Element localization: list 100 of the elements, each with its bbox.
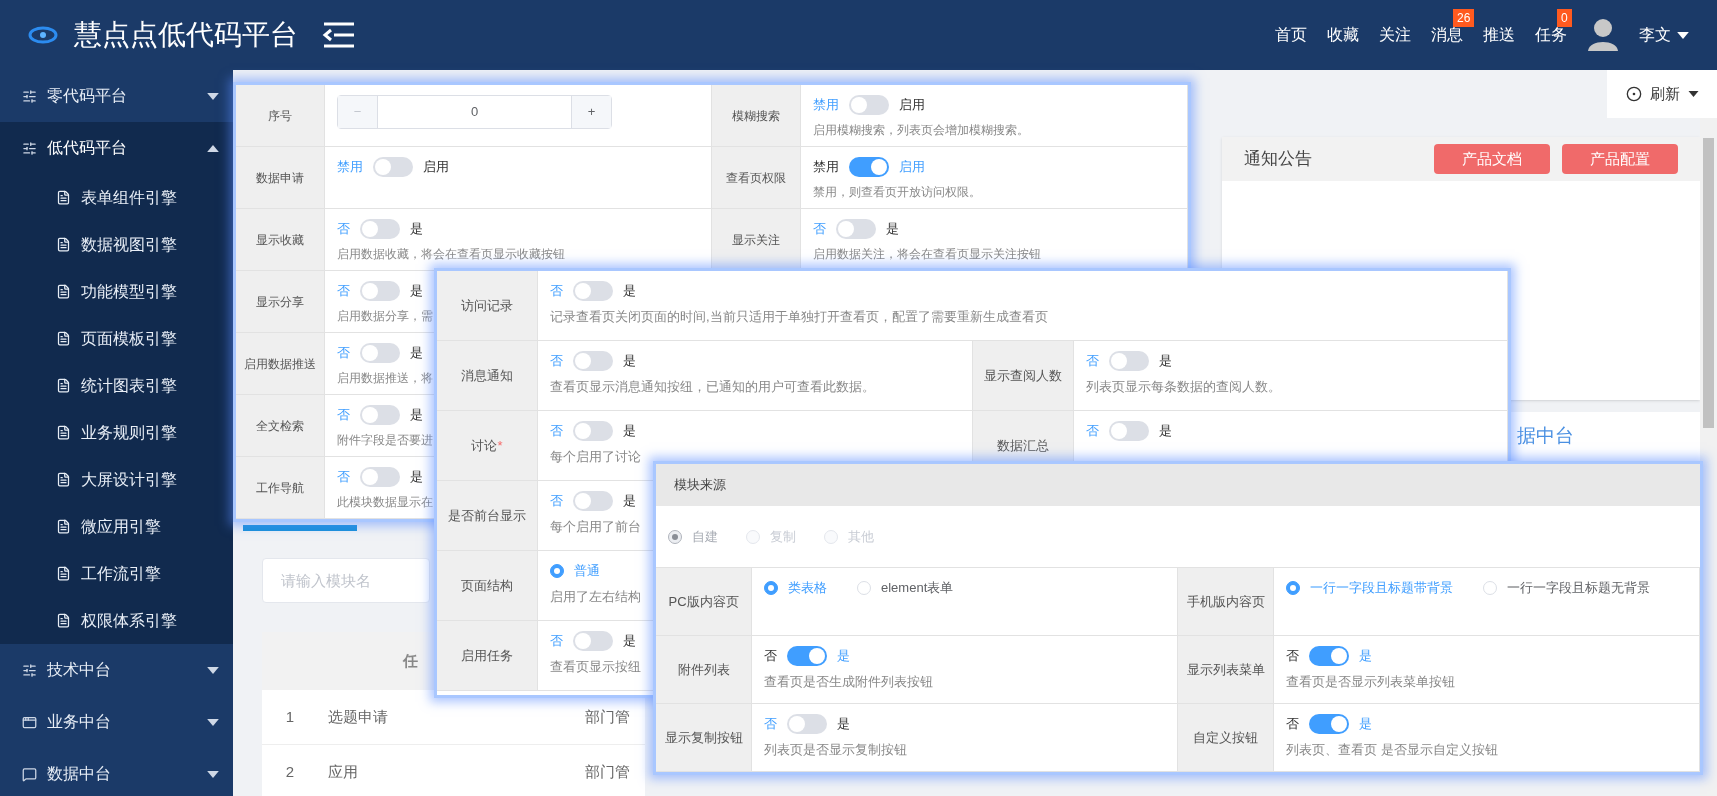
menu-item[interactable]: 大屏设计引擎 bbox=[0, 456, 233, 503]
toggle-switch[interactable] bbox=[573, 421, 613, 441]
switch-off-label: 否 bbox=[337, 468, 350, 487]
refresh-button[interactable]: 刷新 bbox=[1607, 70, 1717, 118]
switch-on-label: 启用 bbox=[899, 158, 925, 177]
menu-group[interactable]: 业务中台 bbox=[0, 696, 233, 748]
nav-link[interactable]: 首页 bbox=[1275, 26, 1307, 43]
switch-off-label: 禁用 bbox=[813, 158, 839, 177]
switch-off-label: 禁用 bbox=[337, 158, 363, 177]
toggle-switch[interactable] bbox=[849, 157, 889, 177]
number-input[interactable]: 0 bbox=[378, 96, 571, 128]
menu-item[interactable]: 页面模板引擎 bbox=[0, 315, 233, 362]
field-label: 显示收藏 bbox=[256, 231, 304, 249]
switch-off-label: 否 bbox=[550, 632, 563, 651]
card-title: 通知公告 bbox=[1244, 148, 1312, 171]
window-icon bbox=[22, 714, 37, 730]
menu-fold-icon[interactable] bbox=[322, 22, 356, 48]
switch-off-label: 否 bbox=[550, 492, 563, 511]
menu-item[interactable]: 功能模型引擎 bbox=[0, 268, 233, 315]
field-description: 每个启用了前台 bbox=[550, 518, 641, 536]
document-icon bbox=[56, 190, 71, 205]
menu-item[interactable]: 统计图表引擎 bbox=[0, 362, 233, 409]
radio-option[interactable]: element表单 bbox=[857, 578, 954, 598]
field-description: 启用数据分享，需 bbox=[337, 308, 433, 325]
toggle-switch[interactable] bbox=[573, 281, 613, 301]
table-cell-text: 2 bbox=[284, 761, 296, 782]
switch-off-label: 否 bbox=[813, 220, 826, 239]
field-label: 显示查阅人数 bbox=[983, 366, 1062, 385]
toggle-switch[interactable] bbox=[1309, 646, 1349, 666]
radio-option[interactable]: 一行一字段且标题无背景 bbox=[1483, 578, 1650, 598]
toggle-switch[interactable] bbox=[360, 405, 400, 425]
toggle-switch[interactable] bbox=[360, 281, 400, 301]
table-cell-text: 选题申请 bbox=[327, 706, 389, 727]
app-title: 慧点点低代码平台 bbox=[74, 18, 298, 52]
user-name[interactable]: 李文 bbox=[1639, 23, 1671, 47]
caret-icon bbox=[207, 666, 219, 674]
nav-link[interactable]: 收藏 bbox=[1327, 26, 1359, 43]
field-label: 消息通知 bbox=[461, 366, 513, 385]
field-description: 启用了左右结构 bbox=[550, 587, 641, 606]
field-description: 列表页是否显示复制按钮 bbox=[764, 741, 907, 759]
field-label: 自定义按钮 bbox=[1193, 728, 1258, 747]
field-description: 每个启用了讨论 bbox=[550, 448, 641, 466]
field-label: 手机版内容页 bbox=[1186, 592, 1265, 611]
sliders-icon bbox=[22, 140, 37, 156]
menu-item[interactable]: 数据视图引擎 bbox=[0, 221, 233, 268]
document-icon bbox=[56, 378, 71, 393]
switch-on-label: 是 bbox=[1359, 715, 1372, 734]
nav-link[interactable]: 消息 bbox=[1431, 26, 1463, 43]
toggle-switch[interactable] bbox=[787, 714, 827, 734]
search-field[interactable]: 请输入模块名 bbox=[262, 558, 430, 603]
field-label: 工作导航 bbox=[256, 479, 304, 497]
toggle-switch[interactable] bbox=[1108, 421, 1149, 441]
menu-item[interactable]: 业务规则引擎 bbox=[0, 409, 233, 456]
document-icon bbox=[56, 425, 71, 440]
document-icon bbox=[56, 613, 71, 628]
toggle-switch[interactable] bbox=[573, 631, 613, 651]
toggle-switch[interactable] bbox=[573, 351, 613, 371]
nav-link[interactable]: 关注 bbox=[1379, 26, 1411, 43]
toggle-switch[interactable] bbox=[360, 343, 400, 363]
menu-item[interactable]: 工作流引擎 bbox=[0, 550, 233, 597]
toggle-switch[interactable] bbox=[1309, 714, 1349, 734]
toggle-switch[interactable] bbox=[836, 219, 876, 239]
table-cell-text: 部门管 bbox=[585, 761, 631, 782]
menu-group[interactable]: 零代码平台 bbox=[0, 70, 233, 122]
menu-group[interactable]: 技术中台 bbox=[0, 644, 233, 696]
switch-off-label: 否 bbox=[1085, 422, 1099, 441]
toggle-switch[interactable] bbox=[787, 646, 827, 666]
field-description: 查看页显示消息通知按纽，已通知的用户可查看此数据。 bbox=[550, 378, 875, 396]
menu-item[interactable]: 微应用引擎 bbox=[0, 503, 233, 550]
document-icon bbox=[56, 237, 71, 252]
avatar-icon[interactable] bbox=[1587, 17, 1619, 53]
toggle-switch[interactable] bbox=[360, 219, 400, 239]
field-description: 附件字段是否要进 bbox=[337, 432, 433, 449]
logo-icon bbox=[28, 25, 58, 45]
increment-button[interactable]: + bbox=[571, 96, 611, 128]
menu-item[interactable]: 表单组件引擎 bbox=[0, 174, 233, 221]
field-label: 附件列表 bbox=[677, 660, 730, 679]
field-description: 此模块数据显示在 bbox=[337, 494, 433, 511]
document-icon bbox=[56, 566, 71, 581]
menu-group[interactable]: 数据中台 bbox=[0, 748, 233, 796]
field-label: 显示关注 bbox=[732, 231, 780, 249]
menu-group[interactable]: 低代码平台 bbox=[0, 122, 233, 174]
switch-off-label: 否 bbox=[1286, 647, 1299, 666]
toggle-switch[interactable] bbox=[573, 491, 613, 511]
field-label: 查看页权限 bbox=[726, 169, 786, 187]
toggle-switch[interactable] bbox=[849, 95, 889, 115]
field-label: 数据汇总 bbox=[996, 436, 1049, 455]
active-tab[interactable] bbox=[243, 525, 357, 531]
field-label: 显示分享 bbox=[256, 293, 304, 311]
toggle-switch[interactable] bbox=[1108, 351, 1149, 371]
menu-item[interactable]: 权限体系引擎 bbox=[0, 597, 233, 644]
nav-link[interactable]: 推送 bbox=[1483, 26, 1515, 43]
table-cell-text: 应用 bbox=[327, 761, 359, 782]
field-label: 讨论 bbox=[471, 436, 498, 455]
toggle-switch[interactable] bbox=[360, 467, 400, 487]
number-stepper[interactable]: − 0 + bbox=[337, 95, 612, 129]
switch-on-label: 启用 bbox=[423, 158, 449, 177]
nav-link[interactable]: 任务 bbox=[1535, 26, 1567, 43]
toggle-switch[interactable] bbox=[373, 157, 413, 177]
switch-off-label: 否 bbox=[337, 220, 350, 239]
